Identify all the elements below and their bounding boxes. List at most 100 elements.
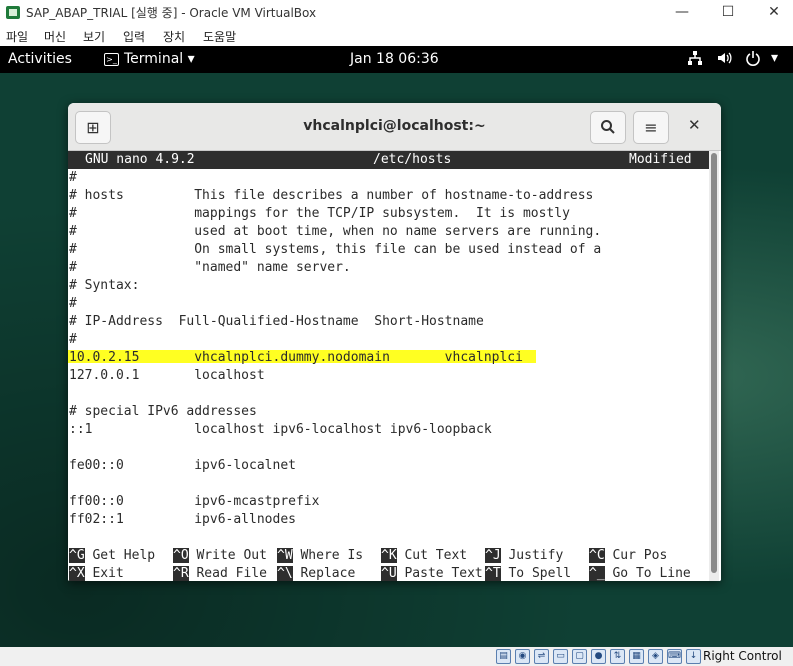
file-line: # IP-Address Full-Qualified-Hostname Sho…: [69, 314, 484, 329]
network-icon[interactable]: [687, 50, 703, 70]
shortcut-label: Go To Line: [612, 566, 691, 581]
vbox-status-bar: ▤ ◉ ⇌ ▭ ▢ ● ⇅ ▦ ◈ ⌨ ↓ Right Control: [0, 647, 793, 666]
search-button[interactable]: [590, 111, 626, 144]
menu-file[interactable]: 파일: [6, 28, 28, 45]
shortcut-key: ^U: [381, 566, 397, 581]
shortcut-label: Read File: [196, 566, 267, 581]
shortcut-paste-text[interactable]: ^U Paste Text: [381, 565, 483, 581]
shortcut-key: ^G: [69, 548, 85, 563]
vbox-title-bar: SAP_ABAP_TRIAL [실행 중] - Oracle VM Virtua…: [0, 0, 793, 25]
shortcut-get-help[interactable]: ^G Get Help: [69, 547, 155, 565]
shortcut-label: Justify: [508, 548, 564, 563]
file-line: # mappings for the TCP/IP subsystem. It …: [69, 206, 570, 221]
arrow-down-icon[interactable]: ↓: [686, 649, 701, 664]
shared-folder-icon[interactable]: ▭: [553, 649, 568, 664]
vbox-menu-bar: 파일 머신 보기 입력 장치 도움말: [0, 25, 793, 46]
terminal-app-icon: >_: [104, 53, 119, 66]
shortcut-label: Cur Pos: [612, 548, 668, 563]
host-key-label: Right Control: [703, 649, 782, 663]
hamburger-menu-button[interactable]: ≡: [633, 111, 669, 144]
file-line: # special IPv6 addresses: [69, 404, 257, 419]
shortcut-key: ^X: [69, 566, 85, 581]
network-adapter-icon[interactable]: ⇅: [610, 649, 625, 664]
activities-button[interactable]: Activities: [8, 51, 72, 67]
shortcut-justify[interactable]: ^J Justify: [485, 547, 563, 565]
terminal-window: ⊞ vhcalnplci@localhost:~ ≡ ✕ GNU nano 4.…: [68, 103, 721, 581]
shortcut-label: Write Out: [196, 548, 267, 563]
power-icon[interactable]: [745, 50, 761, 70]
file-line-highlighted: 10.0.2.15 vhcalnplci.dummy.nodomain vhca…: [69, 350, 523, 365]
cpu-icon[interactable]: ▦: [629, 649, 644, 664]
terminal-content[interactable]: GNU nano 4.9.2 /etc/hosts Modified # # h…: [68, 151, 721, 581]
nano-version: GNU nano 4.9.2: [85, 152, 195, 167]
search-icon: [601, 120, 615, 134]
shortcut-key: ^O: [173, 548, 189, 563]
file-line: # "named" name server.: [69, 260, 351, 275]
file-line: # On small systems, this file can be use…: [69, 242, 602, 257]
gnome-top-bar: Activities >_ Terminal ▾ Jan 18 06:36 ▾: [0, 46, 793, 73]
file-line: ff02::1 ipv6-allnodes: [69, 512, 296, 527]
chevron-down-icon[interactable]: ▾: [771, 50, 778, 66]
usb-icon[interactable]: ⇌: [534, 649, 549, 664]
shortcut-cur-pos[interactable]: ^C Cur Pos: [589, 547, 667, 565]
keyboard-icon[interactable]: ⌨: [667, 649, 682, 664]
menu-icon: ≡: [644, 118, 658, 137]
file-line: # Syntax:: [69, 278, 140, 293]
app-menu-label: Terminal: [124, 51, 184, 67]
mouse-integration-icon[interactable]: ◈: [648, 649, 663, 664]
menu-machine[interactable]: 머신: [44, 28, 66, 45]
shortcut-replace[interactable]: ^\ Replace: [277, 565, 355, 581]
shortcut-label: Get Help: [92, 548, 156, 563]
nano-filename: /etc/hosts: [373, 152, 452, 167]
volume-icon[interactable]: [716, 50, 732, 70]
shortcut-label: Cut Text: [404, 548, 468, 563]
menu-view[interactable]: 보기: [83, 28, 105, 45]
window-title: SAP_ABAP_TRIAL [실행 중] - Oracle VM Virtua…: [26, 6, 317, 20]
file-line: 127.0.0.1 localhost: [69, 368, 265, 383]
menu-devices[interactable]: 장치: [163, 28, 185, 45]
file-line: #: [69, 170, 77, 185]
file-line: # hosts This file describes a number of …: [69, 188, 594, 203]
menu-input[interactable]: 입력: [123, 28, 145, 45]
guest-screen: Activities >_ Terminal ▾ Jan 18 06:36 ▾ ⊞…: [0, 46, 793, 647]
shortcut-to-spell[interactable]: ^T To Spell: [485, 565, 571, 581]
shortcut-key: ^T: [485, 566, 501, 581]
file-line: ff00::0 ipv6-mcastprefix: [69, 494, 320, 509]
shortcut-exit[interactable]: ^X Exit: [69, 565, 124, 581]
recording-icon[interactable]: ●: [591, 649, 606, 664]
shortcut-key: ^_: [589, 566, 605, 581]
shortcut-cut-text[interactable]: ^K Cut Text: [381, 547, 467, 565]
shortcut-go-to-line[interactable]: ^_ Go To Line: [589, 565, 691, 581]
scrollbar-thumb[interactable]: [711, 153, 717, 573]
display-icon[interactable]: ▢: [572, 649, 587, 664]
clock[interactable]: Jan 18 06:36: [350, 51, 439, 67]
shortcut-write-out[interactable]: ^O Write Out: [173, 547, 267, 565]
chevron-down-icon: ▾: [187, 51, 195, 67]
shortcut-label: Replace: [300, 566, 356, 581]
nano-title-bar: GNU nano 4.9.2 /etc/hosts Modified: [68, 151, 709, 169]
shortcut-key: ^R: [173, 566, 189, 581]
maximize-button[interactable]: ☐: [705, 1, 751, 23]
file-line: fe00::0 ipv6-localnet: [69, 458, 296, 473]
shortcut-label: Where Is: [300, 548, 364, 563]
file-line: # used at boot time, when no name server…: [69, 224, 602, 239]
close-terminal-button[interactable]: ✕: [688, 116, 701, 134]
file-line: ::1 localhost ipv6-localhost ipv6-loopba…: [69, 422, 492, 437]
shortcut-key: ^C: [589, 548, 605, 563]
menu-help[interactable]: 도움말: [203, 28, 236, 45]
shortcut-key: ^J: [485, 548, 501, 563]
shortcut-key: ^\: [277, 566, 293, 581]
shortcut-read-file[interactable]: ^R Read File: [173, 565, 267, 581]
minimize-button[interactable]: —: [659, 1, 705, 23]
file-line: #: [69, 332, 77, 347]
shortcut-where-is[interactable]: ^W Where Is: [277, 547, 363, 565]
shortcut-label: Exit: [92, 566, 124, 581]
optical-icon[interactable]: ◉: [515, 649, 530, 664]
app-menu[interactable]: >_ Terminal ▾: [104, 51, 195, 67]
hdd-icon[interactable]: ▤: [496, 649, 511, 664]
shortcut-label: To Spell: [508, 566, 572, 581]
close-window-button[interactable]: ✕: [751, 1, 793, 23]
shortcut-key: ^K: [381, 548, 397, 563]
file-line: #: [69, 296, 77, 311]
virtualbox-icon: [6, 6, 20, 19]
